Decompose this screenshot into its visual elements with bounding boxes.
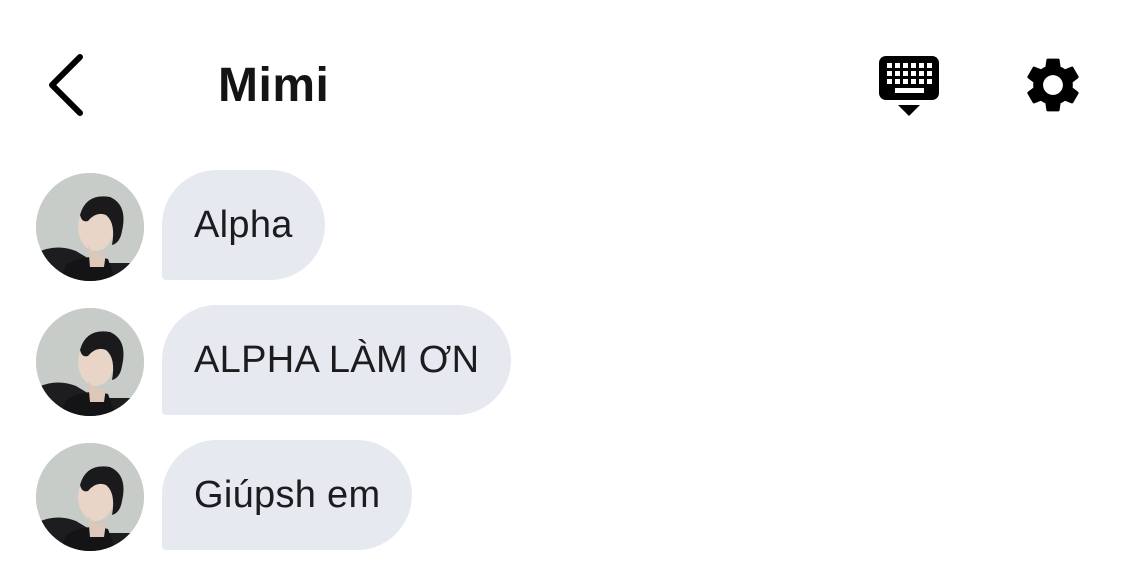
chat-screen: Mimi Alpha ALPHA LÀM ƠN Giúpsh em bbox=[0, 0, 1125, 567]
keyboard-icon bbox=[879, 56, 939, 116]
settings-button[interactable] bbox=[1020, 52, 1086, 118]
back-button[interactable] bbox=[40, 50, 100, 120]
gear-icon bbox=[1027, 58, 1079, 112]
avatar[interactable] bbox=[36, 443, 144, 551]
page-title: Mimi bbox=[218, 59, 330, 112]
chevron-left-icon bbox=[49, 54, 83, 116]
avatar-photo bbox=[36, 308, 144, 416]
message-bubble[interactable]: ALPHA LÀM ƠN bbox=[162, 305, 512, 415]
avatar-photo bbox=[36, 443, 144, 551]
message-bubble[interactable]: Giúpsh em bbox=[162, 440, 413, 550]
keyboard-button[interactable] bbox=[876, 54, 942, 120]
message-bubble[interactable]: Alpha bbox=[162, 170, 325, 280]
avatar[interactable] bbox=[36, 173, 144, 281]
avatar[interactable] bbox=[36, 308, 144, 416]
avatar-photo bbox=[36, 173, 144, 281]
